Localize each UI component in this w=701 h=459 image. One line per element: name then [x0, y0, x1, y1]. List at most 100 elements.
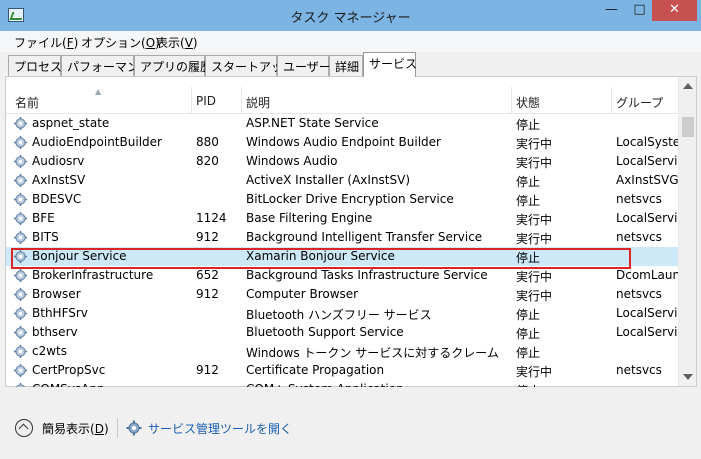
service-status: 実行中 [516, 137, 553, 151]
service-description: Windows Audio [246, 154, 338, 168]
service-description: Bluetooth Support Service [246, 325, 404, 339]
tab-details[interactable]: 詳細 [329, 55, 363, 76]
gear-icon [13, 230, 28, 245]
table-row[interactable]: Browser 912 Computer Browser 実行中 netsvcs [6, 285, 678, 304]
gear-icon [13, 135, 28, 150]
table-row[interactable]: BFE 1124 Base Filtering Engine 実行中 LocalServ… [6, 209, 678, 228]
service-group: LocalServi [616, 306, 678, 320]
service-name: BthHFSrv [32, 306, 88, 320]
table-row[interactable]: AudioEndpointBuilder 880 Windows Audio End… [6, 133, 678, 152]
table-row[interactable]: aspnet_state ASP.NET State Service 停止 [6, 114, 678, 133]
tab-performance[interactable]: パフォーマンス [61, 55, 151, 76]
menu-view-label: 表示( [156, 36, 185, 50]
chevron-up-icon[interactable] [15, 419, 33, 437]
gear-icon [13, 306, 28, 321]
gear-icon [13, 344, 28, 359]
service-description: ASP.NET State Service [246, 116, 379, 130]
service-status: 停止 [516, 194, 541, 208]
service-pid: 652 [196, 268, 219, 282]
fewer-details-key: D [94, 422, 104, 436]
tab-users[interactable]: ユーザー [277, 55, 331, 76]
table-row[interactable]: BrokerInfrastructure 652 Background Tasks … [6, 266, 678, 285]
column-divider[interactable] [611, 87, 612, 113]
fewer-details-end: ) [103, 422, 109, 436]
column-header-group[interactable]: グループ [616, 94, 663, 111]
minimize-button[interactable]: — [598, 0, 625, 21]
footer-divider [117, 418, 118, 438]
column-header-description[interactable]: 説明 [246, 94, 270, 111]
service-name: BrokerInfrastructure [32, 268, 154, 282]
gear-icon [126, 420, 142, 436]
table-row[interactable]: AxInstSV ActiveX Installer (AxInstSV) 停止 Ax… [6, 171, 678, 190]
service-status: 停止 [516, 118, 541, 132]
service-name: bthserv [32, 325, 78, 339]
service-description: Xamarin Bonjour Service [246, 249, 395, 263]
service-group: AxInstSVG [616, 173, 678, 187]
table-row[interactable]: BITS 912 Background Intelligent Transfer S… [6, 228, 678, 247]
service-status: 停止 [516, 346, 541, 360]
table-row[interactable]: BthHFSrv Bluetooth ハンズフリー サービス 停止 LocalServ… [6, 304, 678, 323]
service-name: BDESVC [32, 192, 82, 206]
tab-processes[interactable]: プロセス [8, 55, 62, 76]
service-group: netsvcs [616, 287, 662, 301]
vertical-scrollbar[interactable] [678, 77, 696, 386]
column-header-name[interactable]: 名前 [15, 94, 39, 111]
scroll-down-arrow-icon[interactable] [683, 374, 693, 380]
column-divider[interactable] [241, 87, 242, 113]
service-description: COM+ System Application [246, 382, 511, 387]
gear-icon [13, 363, 28, 378]
service-pid: 912 [196, 287, 219, 301]
open-services-link[interactable]: サービス管理ツールを開く [148, 420, 292, 437]
column-header-pid[interactable]: PID [196, 94, 216, 108]
table-row[interactable]: Audiosrv 820 Windows Audio 実行中 LocalServi [6, 152, 678, 171]
service-group: LocalServi [616, 211, 678, 225]
service-name: CertPropSvc [32, 363, 106, 377]
tab-services[interactable]: サービス [363, 52, 417, 77]
menu-file-label: ファイル( [14, 36, 67, 50]
fewer-details-label: 簡易表示( [42, 422, 95, 436]
fewer-details-button[interactable]: 簡易表示(D) [42, 420, 109, 437]
service-pid: 1124 [196, 211, 227, 225]
service-status: 停止 [516, 327, 541, 341]
service-status: 停止 [516, 308, 541, 322]
tab-strip: プロセス パフォーマンス アプリの履歴 スタートアップ ユーザー 詳細 サービス [0, 52, 701, 77]
service-name: aspnet_state [32, 116, 110, 130]
column-header-status[interactable]: 状態 [516, 94, 540, 111]
table-row[interactable]: COMSysApp COM+ System Application 停止 [6, 380, 678, 387]
gear-icon [13, 249, 28, 264]
service-name: COMSysApp [32, 382, 192, 387]
service-pid: 820 [196, 154, 219, 168]
service-status: 実行中 [516, 289, 553, 303]
service-description: Base Filtering Engine [246, 211, 373, 225]
menu-view[interactable]: 表示(V) [156, 34, 198, 51]
service-name: Browser [32, 287, 81, 301]
table-row[interactable]: bthserv Bluetooth Support Service 停止 LocalS… [6, 323, 678, 342]
table-row[interactable]: BDESVC BitLocker Drive Encryption Service… [6, 190, 678, 209]
scroll-up-arrow-icon[interactable] [683, 83, 693, 89]
gear-icon [13, 116, 28, 131]
menu-options[interactable]: オプション(O) [81, 34, 160, 51]
menu-view-end: ) [192, 36, 198, 50]
table-row[interactable]: Bonjour Service Xamarin Bonjour Service 停止 [6, 247, 678, 266]
service-name: Audiosrv [32, 154, 85, 168]
service-pid: 880 [196, 135, 219, 149]
service-description: Windows トークン サービスに対するクレーム [246, 346, 499, 360]
column-divider[interactable] [191, 87, 192, 113]
scrollbar-thumb[interactable] [682, 117, 694, 137]
menu-options-key: O [145, 36, 156, 50]
service-status: 停止 [516, 382, 611, 387]
service-status: 停止 [516, 175, 541, 189]
service-group: netsvcs [616, 363, 662, 377]
maximize-button[interactable]: □ [626, 0, 653, 21]
table-row[interactable]: c2wts Windows トークン サービスに対するクレーム 停止 [6, 342, 678, 361]
menu-file-key: F [66, 36, 74, 50]
service-description: ActiveX Installer (AxInstSV) [246, 173, 411, 187]
tab-startup[interactable]: スタートアップ [205, 55, 295, 76]
tab-app-history[interactable]: アプリの履歴 [134, 55, 212, 76]
service-description: BitLocker Drive Encryption Service [246, 192, 454, 206]
table-row[interactable]: CertPropSvc 912 Certificate Propagation 実行中… [6, 361, 678, 380]
gear-icon [13, 382, 28, 387]
column-divider[interactable] [511, 87, 512, 113]
close-button[interactable]: ✕ [652, 0, 697, 21]
menu-file[interactable]: ファイル(F) [14, 34, 78, 51]
